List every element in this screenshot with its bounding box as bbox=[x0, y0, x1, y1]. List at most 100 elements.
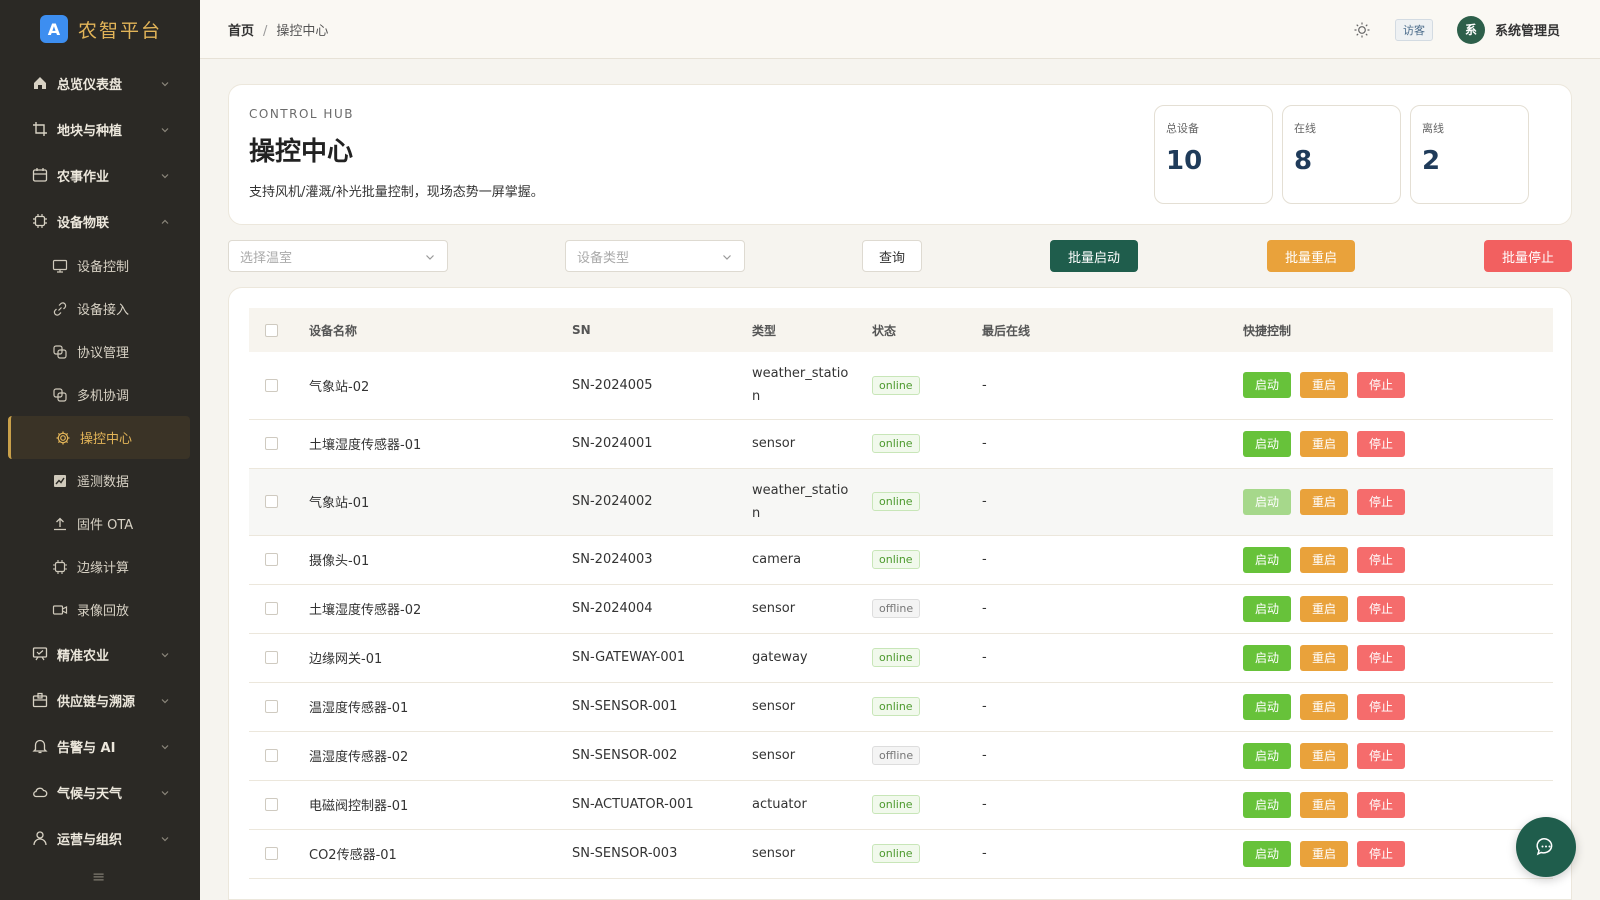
device-name: 土壤湿度传感器-02 bbox=[309, 584, 572, 634]
row-checkbox[interactable] bbox=[265, 700, 278, 713]
stop-button[interactable]: 停止 bbox=[1357, 546, 1405, 573]
stop-button[interactable]: 停止 bbox=[1357, 644, 1405, 671]
sidebar-item-device-access[interactable]: 设备接入 bbox=[0, 287, 200, 330]
greenhouse-select-placeholder: 选择温室 bbox=[240, 250, 293, 266]
sidebar-item-label: 多机协调 bbox=[77, 389, 130, 404]
table-row[interactable]: 温湿度传感器-02 SN-SENSOR-002 sensor offline - 启动 重启… bbox=[249, 731, 1553, 781]
column-header-name: 设备名称 bbox=[309, 323, 358, 338]
row-checkbox[interactable] bbox=[265, 378, 278, 392]
sidebar-item-farm-work[interactable]: 农事作业 bbox=[0, 152, 200, 198]
device-type: actuator bbox=[752, 797, 807, 812]
sidebar-item-precision-ag[interactable]: 精准农业 bbox=[0, 631, 200, 677]
row-checkbox[interactable] bbox=[265, 847, 278, 860]
stop-button[interactable]: 停止 bbox=[1357, 595, 1405, 622]
stop-button[interactable]: 停止 bbox=[1357, 372, 1405, 399]
restart-button[interactable]: 重启 bbox=[1300, 644, 1348, 671]
table-row[interactable]: 气象站-02 SN-2024005 weather_station online - 启动… bbox=[249, 352, 1553, 420]
start-button[interactable]: 启动 bbox=[1243, 791, 1291, 818]
restart-button[interactable]: 重启 bbox=[1300, 430, 1348, 457]
table-row[interactable]: 土壤湿度传感器-01 SN-2024001 sensor online - 启动 重启 停止 bbox=[249, 419, 1553, 469]
sidebar-item-operations[interactable]: 运营与组织 bbox=[0, 815, 200, 861]
restart-button[interactable]: 重启 bbox=[1300, 546, 1348, 573]
stop-button[interactable]: 停止 bbox=[1357, 693, 1405, 720]
start-button[interactable]: 启动 bbox=[1243, 840, 1291, 867]
table-row[interactable]: 土壤湿度传感器-02 SN-2024004 sensor offline - 启动 重启 停止 bbox=[249, 584, 1553, 634]
last-online: - bbox=[982, 535, 1243, 585]
column-header-last-online: 最后在线 bbox=[982, 323, 1031, 338]
stop-button[interactable]: 停止 bbox=[1357, 430, 1405, 457]
restart-button[interactable]: 重启 bbox=[1300, 840, 1348, 867]
restart-button[interactable]: 重启 bbox=[1300, 372, 1348, 399]
table-row[interactable]: 摄像头-01 SN-2024003 camera online - 启动 重启 停止 bbox=[249, 535, 1553, 585]
start-button[interactable]: 启动 bbox=[1243, 546, 1291, 573]
start-button[interactable]: 启动 bbox=[1243, 742, 1291, 769]
restart-button[interactable]: 重启 bbox=[1300, 488, 1348, 515]
row-checkbox[interactable] bbox=[265, 651, 278, 664]
table-row[interactable]: 温湿度传感器-01 SN-SENSOR-001 sensor online - 启动 重启停… bbox=[249, 682, 1553, 732]
sidebar-item-device-control[interactable]: 设备控制 bbox=[0, 244, 200, 287]
status-badge: online bbox=[872, 648, 920, 667]
start-button[interactable]: 启动 bbox=[1243, 372, 1291, 399]
device-type: camera bbox=[752, 552, 802, 567]
start-button[interactable]: 启动 bbox=[1243, 644, 1291, 671]
home-icon bbox=[32, 75, 48, 91]
start-button[interactable]: 启动 bbox=[1243, 595, 1291, 622]
device-table-card: 设备名称 SN 类型 状态 最后在线 快捷控制 气象站-02 SN-2024005… bbox=[228, 287, 1572, 900]
sidebar-item-telemetry[interactable]: 遥测数据 bbox=[0, 459, 200, 502]
stop-button[interactable]: 停止 bbox=[1357, 488, 1405, 515]
chat-assistant-button[interactable] bbox=[1516, 817, 1576, 877]
table-row[interactable]: CO2传感器-01 SN-SENSOR-003 sensor online - 启动 重启停… bbox=[249, 829, 1553, 879]
stop-button[interactable]: 停止 bbox=[1357, 742, 1405, 769]
last-online: - bbox=[982, 633, 1243, 683]
start-button[interactable]: 启动 bbox=[1243, 693, 1291, 720]
sidebar-item-firmware-ota[interactable]: 固件 OTA bbox=[0, 502, 200, 545]
hero-kicker: CONTROL HUB bbox=[249, 107, 354, 121]
sidebar-item-supply-chain[interactable]: 供应链与溯源 bbox=[0, 677, 200, 723]
brand[interactable]: A 农智平台 bbox=[0, 0, 200, 58]
row-checkbox[interactable] bbox=[265, 437, 278, 450]
table-row[interactable]: 电磁阀控制器-01 SN-ACTUATOR-001 actuator online - 启… bbox=[249, 780, 1553, 830]
sidebar-item-plots[interactable]: 地块与种植 bbox=[0, 106, 200, 152]
status-badge: online bbox=[872, 375, 920, 395]
batch-restart-button[interactable]: 批量重启 bbox=[1267, 240, 1355, 272]
sidebar-item-edge-compute[interactable]: 边缘计算 bbox=[0, 545, 200, 588]
restart-button[interactable]: 重启 bbox=[1300, 791, 1348, 818]
sidebar-item-iot[interactable]: 设备物联 bbox=[0, 198, 200, 244]
restart-button[interactable]: 重启 bbox=[1300, 595, 1348, 622]
row-checkbox[interactable] bbox=[265, 798, 278, 811]
device-type-select[interactable]: 设备类型 bbox=[565, 240, 745, 272]
breadcrumb-home[interactable]: 首页 bbox=[228, 24, 254, 39]
theme-toggle-sun-icon[interactable] bbox=[1353, 21, 1371, 39]
device-name: 温湿度传感器-01 bbox=[309, 682, 572, 732]
restart-button[interactable]: 重启 bbox=[1300, 742, 1348, 769]
row-checkbox[interactable] bbox=[265, 602, 278, 615]
stop-button[interactable]: 停止 bbox=[1357, 791, 1405, 818]
user-menu[interactable]: 系 系统管理员 bbox=[1456, 15, 1560, 44]
sidebar-item-control-hub[interactable]: 操控中心 bbox=[8, 416, 190, 459]
stop-button[interactable]: 停止 bbox=[1357, 840, 1405, 867]
restart-button[interactable]: 重启 bbox=[1300, 693, 1348, 720]
sidebar-item-playback[interactable]: 录像回放 bbox=[0, 588, 200, 631]
row-checkbox[interactable] bbox=[265, 553, 278, 566]
sidebar-item-dashboard[interactable]: 总览仪表盘 bbox=[0, 60, 200, 106]
start-button[interactable]: 启动 bbox=[1243, 430, 1291, 457]
last-online: - bbox=[982, 829, 1243, 879]
sidebar-item-alerts-ai[interactable]: 告警与 AI bbox=[0, 723, 200, 769]
menu-collapse-icon[interactable]: ≡ bbox=[92, 867, 105, 886]
greenhouse-select[interactable]: 选择温室 bbox=[228, 240, 448, 272]
query-button[interactable]: 查询 bbox=[862, 240, 922, 272]
table-row[interactable]: 边缘网关-01 SN-GATEWAY-001 gateway online - 启动 重启停… bbox=[249, 633, 1553, 683]
batch-start-button[interactable]: 批量启动 bbox=[1050, 240, 1138, 272]
select-all-checkbox[interactable] bbox=[265, 324, 278, 337]
start-button[interactable]: 启动 bbox=[1243, 488, 1291, 515]
user-icon bbox=[32, 830, 48, 846]
status-badge: online bbox=[872, 697, 920, 716]
row-checkbox[interactable] bbox=[265, 495, 278, 508]
sidebar-item-protocol[interactable]: 协议管理 bbox=[0, 330, 200, 373]
batch-stop-button[interactable]: 批量停止 bbox=[1484, 240, 1572, 272]
row-checkbox[interactable] bbox=[265, 749, 278, 762]
sidebar-item-climate[interactable]: 气候与天气 bbox=[0, 769, 200, 815]
status-badge: offline bbox=[872, 746, 921, 765]
table-row[interactable]: 气象站-01 SN-2024002 weather_station online - 启动… bbox=[249, 468, 1553, 536]
sidebar-item-multi-coord[interactable]: 多机协调 bbox=[0, 373, 200, 416]
